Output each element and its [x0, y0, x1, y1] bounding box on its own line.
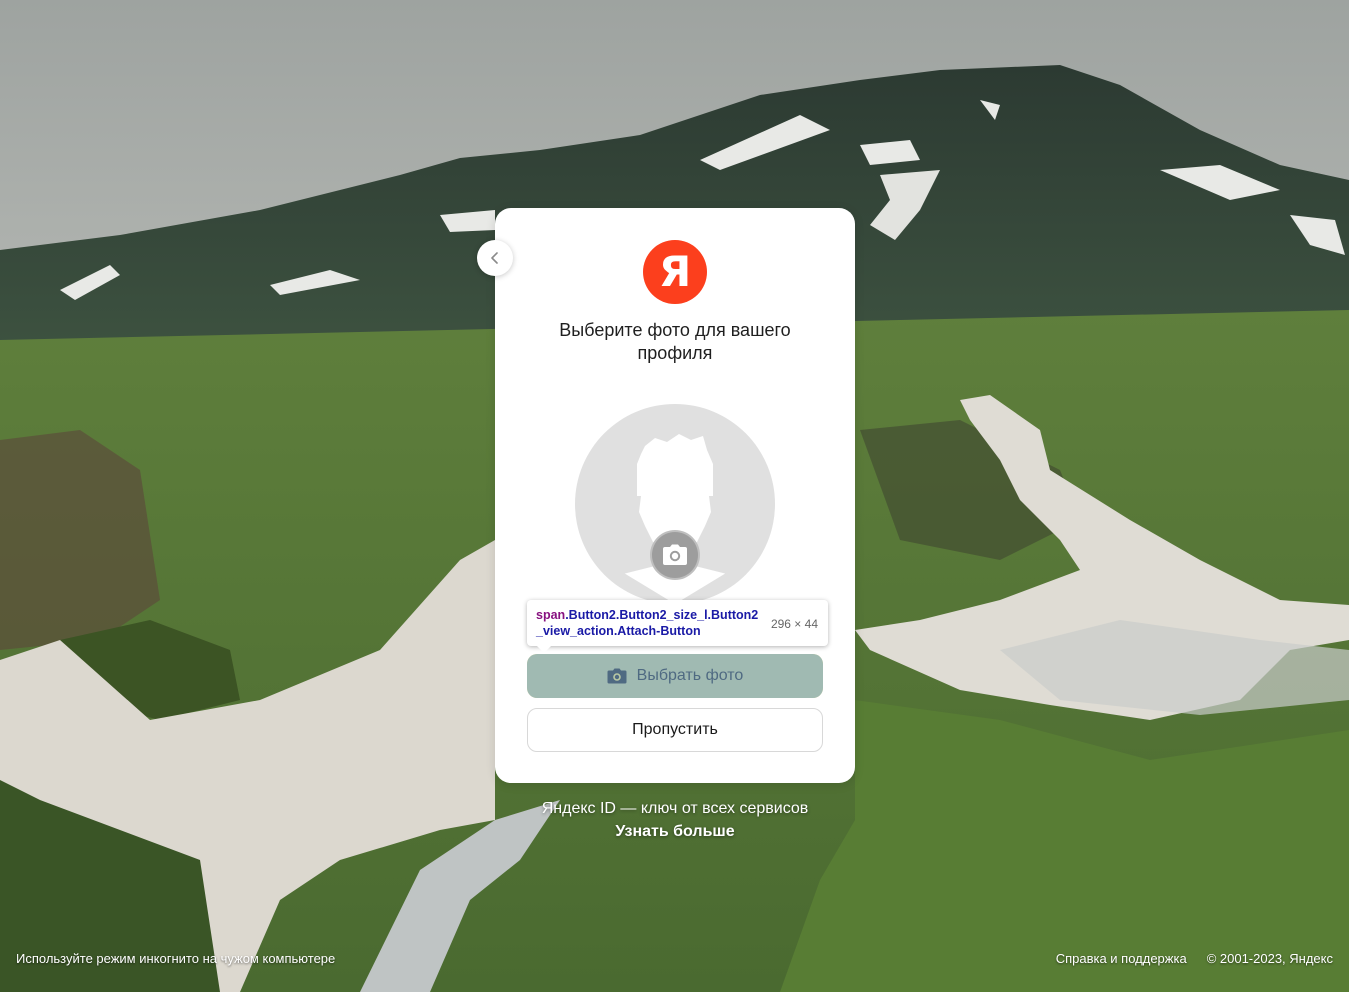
page-title: Выберите фото для вашего профиля	[559, 320, 791, 363]
change-photo-camera-button[interactable]	[650, 530, 700, 580]
back-button[interactable]	[477, 240, 513, 276]
choose-photo-label: Выбрать фото	[636, 667, 744, 684]
promo-tagline: Яндекс ID — ключ от всех сервисов	[541, 800, 809, 817]
help-support-link[interactable]: Справка и поддержка	[1056, 951, 1187, 966]
incognito-hint-link[interactable]: Используйте режим инкогнито на чужом ком…	[16, 951, 335, 966]
footer-links: Справка и поддержка © 2001-2023, Яндекс	[1056, 951, 1333, 966]
tooltip-arrow	[537, 646, 551, 653]
promo-block: Яндекс ID — ключ от всех сервисов Узнать…	[495, 798, 855, 844]
camera-icon	[663, 544, 687, 565]
yandex-logo[interactable]: Я	[643, 240, 707, 304]
selector-tag: span	[536, 608, 566, 622]
avatar[interactable]	[575, 404, 775, 604]
chevron-left-icon	[491, 252, 498, 264]
skip-button[interactable]: Пропустить	[527, 708, 823, 752]
skip-label: Пропустить	[632, 721, 718, 738]
copyright-text: © 2001-2023, Яндекс	[1206, 951, 1333, 966]
element-selector: span.Button2.Button2_size_l.Button2_view…	[536, 607, 761, 639]
choose-photo-button[interactable]: Выбрать фото	[527, 654, 823, 698]
learn-more-link[interactable]: Узнать больше	[615, 820, 734, 844]
selector-classes: .Button2.Button2_size_l.Button2_view_act…	[536, 608, 759, 638]
camera-icon	[607, 668, 627, 684]
devtools-inspect-tooltip: span.Button2.Button2_size_l.Button2_view…	[527, 600, 828, 653]
logo-letter: Я	[658, 247, 692, 296]
photo-select-card: Я Выберите фото для вашего профиля Выбра…	[495, 208, 855, 783]
element-dimensions: 296 × 44	[770, 617, 818, 631]
